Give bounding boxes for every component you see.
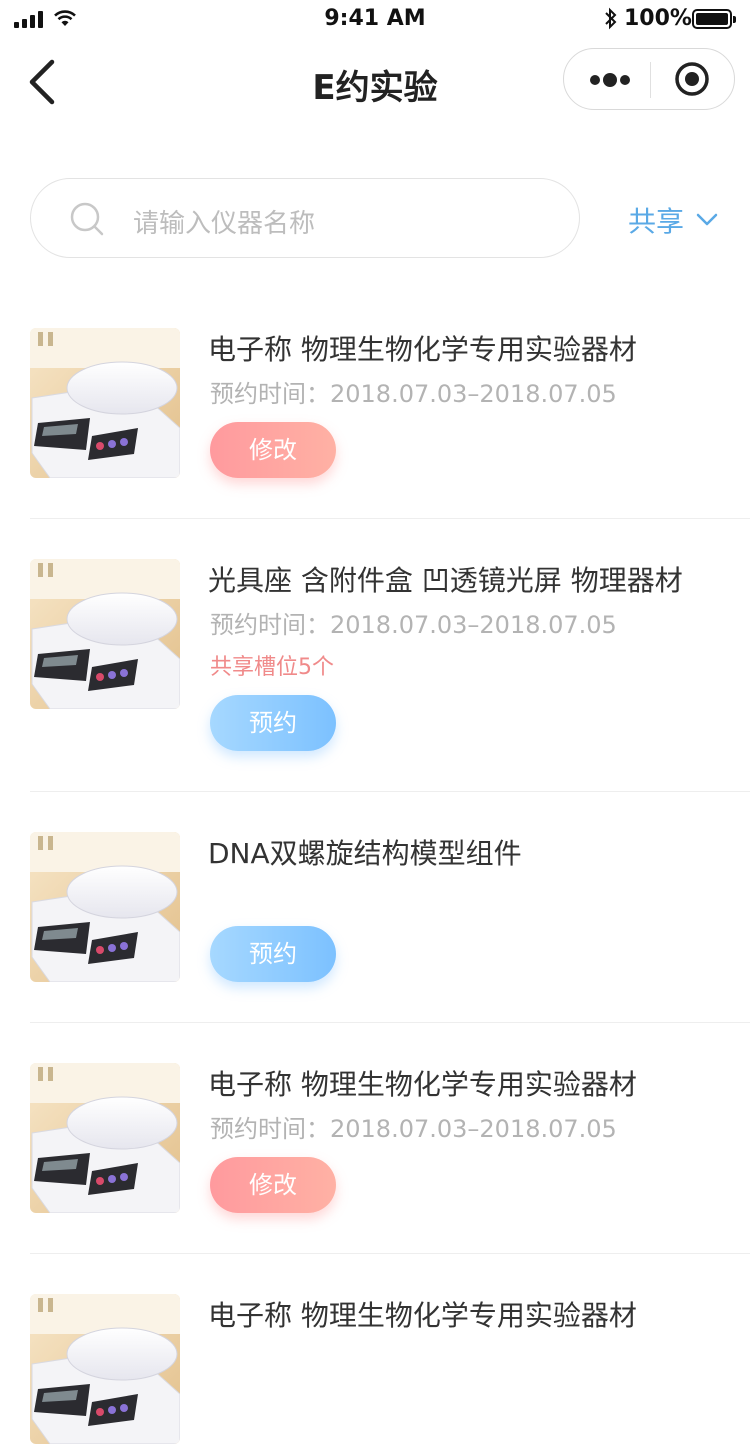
share-slot-text: 共享槽位5个	[210, 655, 334, 680]
close-target-icon[interactable]	[674, 61, 710, 97]
item-title: 电子称 物理生物化学专用实验器材	[208, 333, 637, 366]
divider	[30, 518, 750, 519]
battery-percent: 100%	[624, 6, 692, 31]
search-placeholder: 请输入仪器名称	[133, 209, 316, 239]
scale-thumbnail	[30, 559, 180, 709]
item-title: 电子称 物理生物化学专用实验器材	[208, 1068, 637, 1101]
bluetooth-icon	[605, 7, 617, 30]
divider	[30, 1022, 750, 1023]
status-bar: 9:41 AM 100%	[0, 0, 750, 40]
mini-program-capsule	[563, 48, 735, 110]
search-icon	[70, 202, 104, 236]
item-title: 电子称 物理生物化学专用实验器材	[208, 1299, 637, 1332]
divider	[30, 791, 750, 792]
share-filter-label: 共享	[628, 205, 685, 238]
scale-thumbnail	[30, 1294, 180, 1444]
scale-thumbnail	[30, 1063, 180, 1213]
modify-button[interactable]: 修改	[210, 1157, 336, 1213]
divider	[30, 1253, 750, 1254]
item-time: 预约时间：2018.07.03–2018.07.05	[210, 611, 617, 639]
share-filter-dropdown[interactable]: 共享	[628, 200, 718, 240]
modify-button[interactable]: 修改	[210, 422, 336, 478]
reserve-button[interactable]: 预约	[210, 695, 336, 751]
item-time: 预约时间：2018.07.03–2018.07.05	[210, 1115, 617, 1143]
scale-thumbnail	[30, 328, 180, 478]
nav-bar: E约实验	[0, 40, 750, 128]
search-input[interactable]: 请输入仪器名称	[30, 178, 580, 258]
capsule-divider	[650, 62, 651, 98]
chevron-down-icon	[696, 213, 718, 226]
item-time: 预约时间：2018.07.03–2018.07.05	[210, 380, 617, 408]
more-dots-icon[interactable]	[588, 72, 632, 88]
scale-thumbnail	[30, 832, 180, 982]
battery-icon	[692, 9, 736, 29]
reserve-button[interactable]: 预约	[210, 926, 336, 982]
item-title: 光具座 含附件盒 凹透镜光屏 物理器材	[208, 564, 683, 597]
item-title: DNA双螺旋结构模型组件	[208, 837, 522, 870]
